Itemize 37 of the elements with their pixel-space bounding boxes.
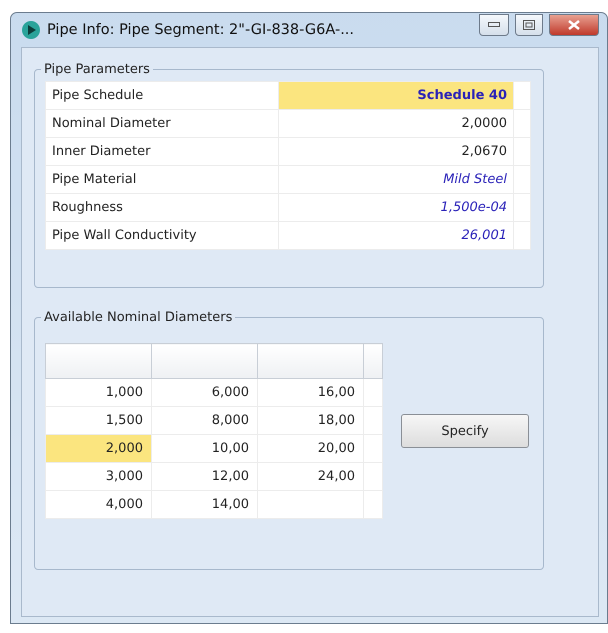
table-cell[interactable]: 2,0000 <box>278 110 514 138</box>
grid-cell[interactable]: 8,000 <box>152 406 258 434</box>
close-icon <box>568 20 580 30</box>
grid-cell[interactable]: 24,00 <box>258 462 364 490</box>
grid-cell[interactable]: 2,000 <box>46 434 152 462</box>
table-cell[interactable]: 26,001 <box>278 222 514 250</box>
group-title: Pipe Parameters <box>43 62 151 77</box>
specify-button[interactable]: Specify <box>401 414 529 448</box>
grid-cell[interactable]: 6,000 <box>152 378 258 406</box>
grid-cell[interactable]: 12,00 <box>152 462 258 490</box>
close-button[interactable] <box>549 14 599 36</box>
grid-cell[interactable]: 10,00 <box>152 434 258 462</box>
grid-cell[interactable]: 1,000 <box>46 378 152 406</box>
table-cell[interactable]: Schedule 40 <box>278 82 514 110</box>
group-title: Available Nominal Diameters <box>43 310 234 325</box>
grid-cell[interactable]: 18,00 <box>258 406 364 434</box>
table-cell[interactable]: Mild Steel <box>278 166 514 194</box>
table-cell[interactable]: 1,500e-04 <box>278 194 514 222</box>
grid-cell[interactable]: 20,00 <box>258 434 364 462</box>
grid-cell[interactable]: 3,000 <box>46 462 152 490</box>
maximize-button[interactable] <box>515 14 543 36</box>
table-cell: Pipe Wall Conductivity <box>46 222 278 250</box>
grid-cell[interactable]: 14,00 <box>152 490 258 518</box>
table-cell: Pipe Schedule <box>46 82 278 110</box>
minimize-button[interactable] <box>479 14 509 36</box>
table-cell[interactable]: 2,0670 <box>278 138 514 166</box>
grid-cell[interactable]: 1,500 <box>46 406 152 434</box>
restore-icon <box>523 20 535 30</box>
window-title: Pipe Info: Pipe Segment: 2"-GI-838-G6A-... <box>47 22 356 38</box>
grid-cell[interactable]: 4,000 <box>46 490 152 518</box>
grid-cell[interactable]: 16,00 <box>258 378 364 406</box>
table-cell: Roughness <box>46 194 278 222</box>
minimize-icon <box>488 22 500 28</box>
play-icon <box>21 20 41 40</box>
table-cell: Nominal Diameter <box>46 110 278 138</box>
table-cell: Pipe Material <box>46 166 278 194</box>
table-cell: Inner Diameter <box>46 138 278 166</box>
